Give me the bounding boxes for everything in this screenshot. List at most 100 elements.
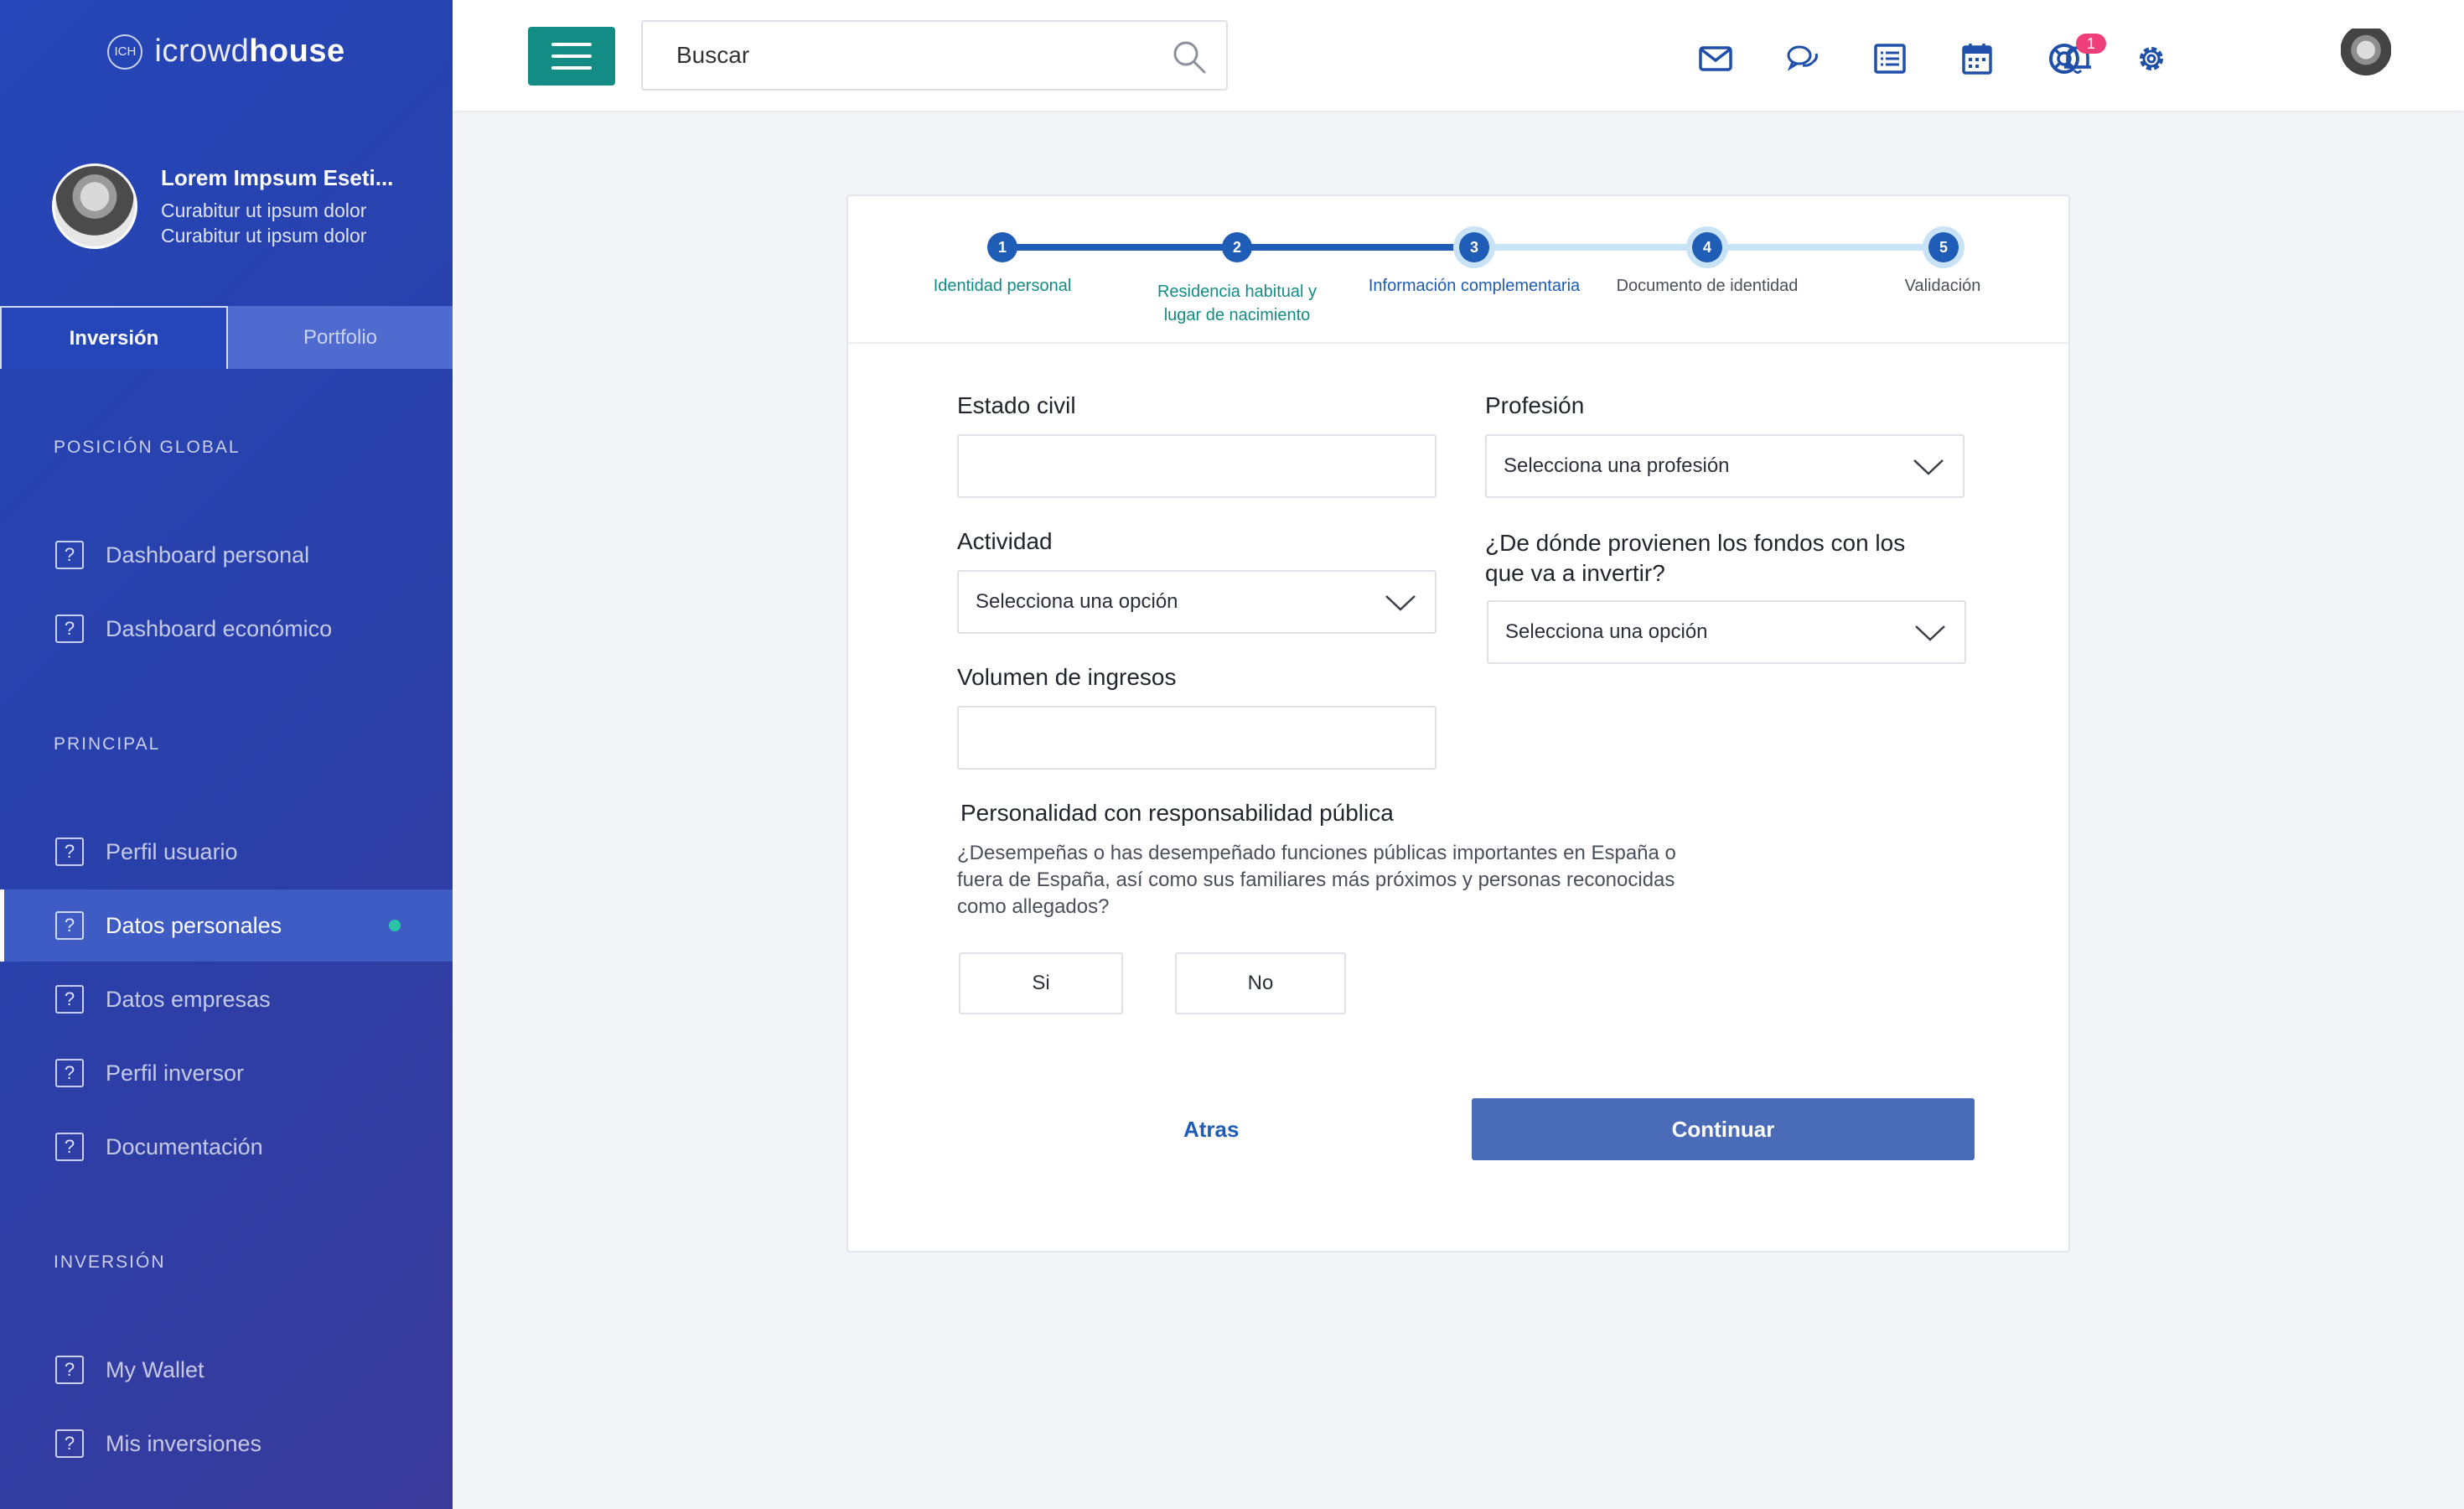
- step-3-label: Información complementaria: [1368, 277, 1581, 295]
- sidebar: ICH icrowdhouse Lorem Impsum Eseti... Cu…: [0, 0, 453, 1509]
- sidebar-item-documentacion[interactable]: ? Documentación: [0, 1111, 453, 1183]
- user-name: Lorem Impsum Eseti...: [161, 164, 394, 190]
- personalidad-label: Personalidad con responsabilidad pública: [960, 800, 1394, 826]
- profesion-value: Selecciona una profesión: [1504, 454, 1730, 477]
- sidebar-item-label: Perfil inversor: [106, 1060, 245, 1086]
- section-principal: PRINCIPAL: [54, 734, 161, 754]
- tab-portfolio[interactable]: Portfolio: [228, 306, 453, 369]
- no-button[interactable]: No: [1175, 952, 1346, 1014]
- chevron-down-icon: [1913, 459, 1944, 475]
- question-icon: ?: [55, 541, 84, 569]
- volumen-ingresos-input[interactable]: [959, 708, 1435, 768]
- gear-icon[interactable]: [2133, 40, 2170, 77]
- profesion-label: Profesión: [1485, 392, 1585, 418]
- section-posicion-global: POSICIÓN GLOBAL: [54, 438, 241, 457]
- question-icon: ?: [55, 1133, 84, 1161]
- user-subtitle-2: Curabitur ut ipsum dolor: [161, 224, 367, 246]
- tab-inversion[interactable]: Inversión: [0, 306, 228, 369]
- actividad-value: Selecciona una opción: [976, 590, 1178, 613]
- step-1-dot[interactable]: 1: [987, 232, 1017, 262]
- hamburger-menu-button[interactable]: [528, 27, 615, 86]
- active-indicator-dot: [389, 920, 401, 931]
- sidebar-item-mis-inversiones[interactable]: ? Mis inversiones: [0, 1408, 453, 1480]
- sidebar-item-dashboard-personal[interactable]: ? Dashboard personal: [0, 519, 453, 591]
- menu-bar: [551, 43, 592, 46]
- estado-civil-input[interactable]: [959, 436, 1435, 496]
- estado-civil-label: Estado civil: [957, 392, 1076, 418]
- calendar-icon[interactable]: [1959, 40, 1996, 77]
- estado-civil-field: [957, 434, 1436, 498]
- brand-mark-icon: ICH: [107, 34, 143, 70]
- question-icon: ?: [55, 985, 84, 1014]
- brand-logo[interactable]: ICH icrowdhouse: [0, 34, 453, 70]
- question-icon: ?: [55, 614, 84, 643]
- step-3-dot[interactable]: 3: [1459, 232, 1489, 262]
- list-icon[interactable]: [1871, 40, 1908, 77]
- personalidad-hint-line2: fuera de España, así como sus familiares…: [957, 869, 1675, 891]
- chevron-down-icon: [1915, 625, 1945, 641]
- user-subtitle-1: Curabitur ut ipsum dolor: [161, 199, 367, 221]
- sidebar-item-perfil-inversor[interactable]: ? Perfil inversor: [0, 1037, 453, 1109]
- step-2-dot[interactable]: 2: [1222, 232, 1252, 262]
- back-link[interactable]: Atras: [1183, 1117, 1239, 1143]
- search-input[interactable]: [676, 42, 1162, 69]
- section-inversion: INVERSIÓN: [54, 1252, 166, 1272]
- sidebar-item-label: Perfil usuario: [106, 838, 238, 864]
- fondos-label: ¿De dónde provienen los fondos con los q…: [1485, 528, 1988, 589]
- sidebar-item-label: My Wallet: [106, 1356, 204, 1382]
- chevron-down-icon: [1385, 595, 1416, 611]
- sidebar-item-dashboard-economico[interactable]: ? Dashboard económico: [0, 593, 453, 665]
- step-4-label: Documento de identidad: [1616, 277, 1799, 295]
- step-2-label: Residencia habitual y lugar de nacimient…: [1136, 280, 1338, 327]
- menu-bar: [551, 54, 592, 58]
- volumen-ingresos-label: Volumen de ingresos: [957, 664, 1177, 690]
- step-2-label-line1: Residencia habitual y: [1157, 283, 1317, 301]
- user-card[interactable]: Lorem Impsum Eseti... Curabitur ut ipsum…: [52, 163, 393, 249]
- brand-name: icrowdhouse: [154, 34, 344, 70]
- search-icon[interactable]: [1171, 39, 1208, 75]
- sidebar-item-label: Mis inversiones: [106, 1430, 262, 1456]
- question-icon: ?: [55, 911, 84, 940]
- fondos-label-line2: que va a invertir?: [1485, 560, 1665, 586]
- form-card: 1 2 3 4 5 Identidad personal Residencia …: [846, 194, 2070, 1252]
- user-info: Lorem Impsum Eseti... Curabitur ut ipsum…: [161, 165, 393, 248]
- sidebar-tabs: Inversión Portfolio: [0, 306, 453, 369]
- sidebar-item-label: Datos empresas: [106, 986, 271, 1012]
- question-icon: ?: [55, 1356, 84, 1384]
- chat-icon[interactable]: [1784, 40, 1821, 77]
- personalidad-hint-line1: ¿Desempeñas o has desempeñado funciones …: [957, 842, 1676, 864]
- actividad-select[interactable]: Selecciona una opción: [957, 570, 1436, 634]
- sidebar-item-perfil-usuario[interactable]: ? Perfil usuario: [0, 816, 453, 888]
- mail-icon[interactable]: [1697, 40, 1734, 77]
- user-avatar: [52, 163, 137, 249]
- fondos-value: Selecciona una opción: [1505, 620, 1708, 643]
- continue-button[interactable]: Continuar: [1472, 1098, 1975, 1160]
- topbar: 1: [453, 0, 2464, 111]
- step-5-label: Validación: [1904, 277, 1981, 295]
- volumen-ingresos-field: [957, 706, 1436, 770]
- profesion-select[interactable]: Selecciona una profesión: [1485, 434, 1964, 498]
- brand-name-light: icrowd: [154, 34, 250, 69]
- profile-avatar[interactable]: [2341, 29, 2391, 82]
- brand-name-bold: house: [249, 34, 345, 69]
- sidebar-item-label: Datos personales: [106, 912, 282, 938]
- actividad-label: Actividad: [957, 528, 1053, 554]
- step-1-label: Identidad personal: [933, 277, 1072, 295]
- sidebar-item-datos-personales[interactable]: ? Datos personales: [0, 889, 453, 962]
- step-4-dot[interactable]: 4: [1692, 232, 1722, 262]
- notification-badge: 1: [2076, 34, 2106, 54]
- fondos-select[interactable]: Selecciona una opción: [1487, 600, 1966, 664]
- sidebar-item-label: Dashboard económico: [106, 615, 333, 641]
- sidebar-item-label: Dashboard personal: [106, 542, 310, 568]
- search-box: [641, 20, 1228, 91]
- sidebar-item-my-wallet[interactable]: ? My Wallet: [0, 1334, 453, 1406]
- personalidad-hint-line3: como allegados?: [957, 895, 1110, 918]
- question-icon: ?: [55, 1059, 84, 1087]
- step-5-dot[interactable]: 5: [1928, 232, 1959, 262]
- question-icon: ?: [55, 1429, 84, 1458]
- menu-bar: [551, 66, 592, 70]
- sidebar-item-datos-empresas[interactable]: ? Datos empresas: [0, 963, 453, 1035]
- si-button[interactable]: Si: [959, 952, 1123, 1014]
- progress-stepper: 1 2 3 4 5 Identidad personal Residencia …: [848, 196, 2068, 344]
- personalidad-hint: ¿Desempeñas o has desempeñado funciones …: [957, 840, 1728, 920]
